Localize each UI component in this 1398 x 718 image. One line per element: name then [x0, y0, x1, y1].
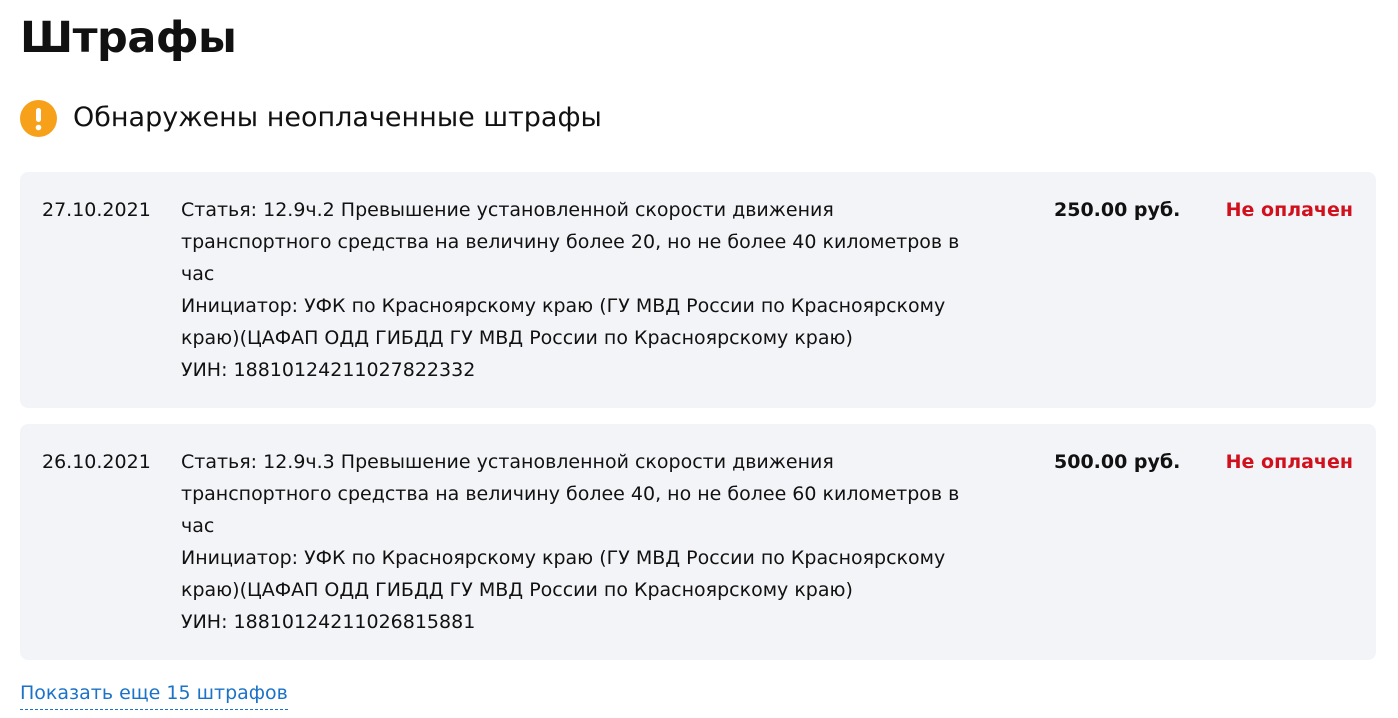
- fine-card: 27.10.2021 Статья: 12.9ч.2 Превышение ус…: [20, 172, 1376, 408]
- fine-uin: УИН: 18810124211027822332: [181, 359, 476, 381]
- fine-description: Статья: 12.9ч.3 Превышение установленной…: [181, 446, 1036, 638]
- fine-initiator-line: Инициатор: УФК по Красноярскому краю (ГУ…: [181, 295, 946, 317]
- fine-initiator-line: Инициатор: УФК по Красноярскому краю (ГУ…: [181, 547, 946, 569]
- fine-article-line: час: [181, 263, 215, 285]
- fine-uin: УИН: 18810124211026815881: [181, 611, 476, 633]
- fine-date: 26.10.2021: [42, 451, 151, 473]
- fine-amount: 500.00 руб.: [1054, 451, 1181, 473]
- fine-article-line: транспортного средства на величину более…: [181, 231, 960, 253]
- warning-exclamation-icon: [20, 99, 57, 137]
- alert-text: Обнаружены неоплаченные штрафы: [73, 102, 602, 133]
- fine-article-line: час: [181, 515, 215, 537]
- fine-status-badge: Не оплачен: [1225, 451, 1353, 473]
- fine-article-line: Статья: 12.9ч.3 Превышение установленной…: [181, 451, 834, 473]
- fine-initiator-line: краю)(ЦАФАП ОДД ГИБДД ГУ МВД России по К…: [181, 327, 853, 349]
- fines-list: 27.10.2021 Статья: 12.9ч.2 Превышение ус…: [20, 172, 1376, 676]
- fine-status-badge: Не оплачен: [1225, 199, 1353, 221]
- fine-date: 27.10.2021: [42, 199, 151, 221]
- fine-initiator-line: краю)(ЦАФАП ОДД ГИБДД ГУ МВД России по К…: [181, 579, 853, 601]
- fine-amount: 250.00 руб.: [1054, 199, 1181, 221]
- fine-description: Статья: 12.9ч.2 Превышение установленной…: [181, 194, 1036, 386]
- fine-card: 26.10.2021 Статья: 12.9ч.3 Превышение ус…: [20, 424, 1376, 660]
- fine-article-line: транспортного средства на величину более…: [181, 483, 960, 505]
- page-title: Штрафы: [20, 13, 237, 63]
- fine-article-line: Статья: 12.9ч.2 Превышение установленной…: [181, 199, 834, 221]
- unpaid-fines-alert: Обнаружены неоплаченные штрафы: [20, 99, 602, 137]
- show-more-fines-link[interactable]: Показать еще 15 штрафов: [20, 677, 288, 710]
